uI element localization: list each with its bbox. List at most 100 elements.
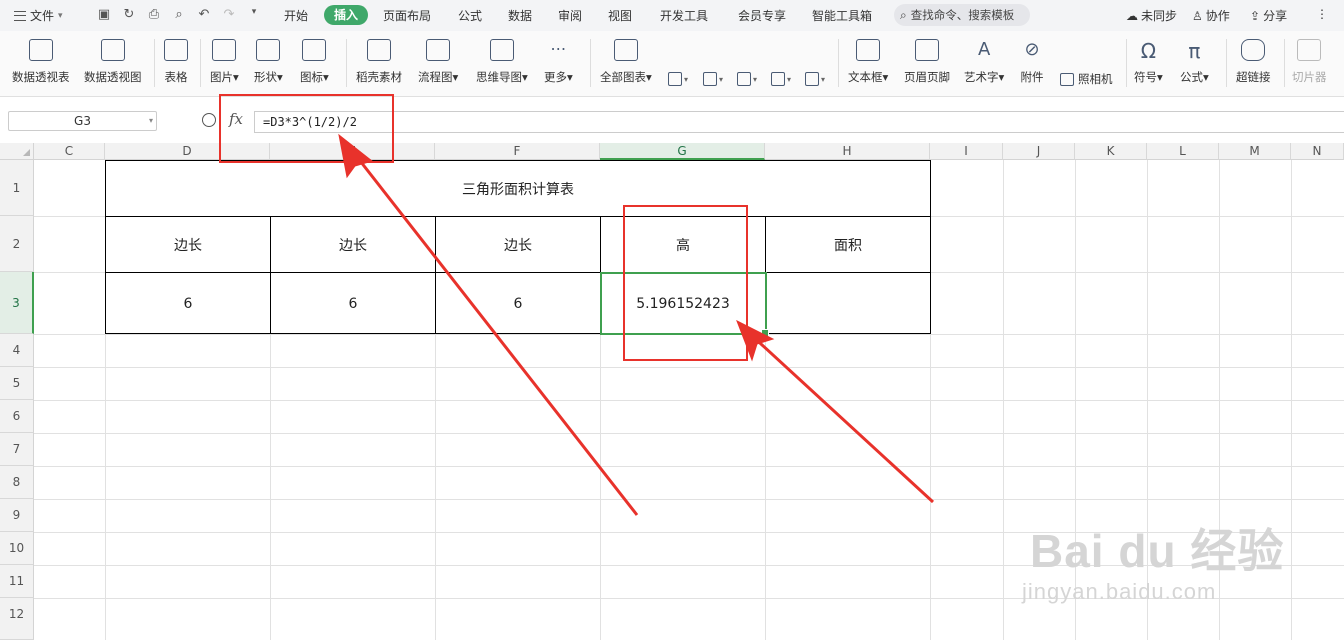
row-header-7[interactable]: 7 [0,433,34,466]
print-preview-icon[interactable]: ⌕ [171,7,187,22]
column-header-k[interactable]: K [1075,143,1147,160]
save-icon[interactable]: ▣ [96,7,112,22]
gridline [34,367,1344,368]
tab-view[interactable]: 视图 [608,7,632,24]
mindmap-button[interactable]: 思维导图▾ [476,39,528,85]
export-icon[interactable]: ↻ [121,7,137,22]
slicer-icon [1297,39,1322,61]
wordart-button[interactable]: A 艺术字▾ [964,39,1004,85]
ribbon-separator [838,39,839,87]
column-header-j[interactable]: J [1003,143,1075,160]
name-box[interactable]: G3 ▾ [8,111,157,131]
header-cell-h2[interactable]: 面积 [766,217,930,272]
row-header-8[interactable]: 8 [0,466,34,499]
more-options-icon[interactable]: ⋮ [1316,7,1328,21]
table-border [105,216,931,217]
row-header-12[interactable]: 12 [0,598,34,640]
shape-icon [256,39,281,61]
tab-smart-toolbox[interactable]: 智能工具箱 [812,7,872,24]
share-button[interactable]: ⇪ 分享 [1250,7,1287,24]
row-header-4[interactable]: 4 [0,334,34,367]
tab-data[interactable]: 数据 [508,7,532,24]
tab-developer[interactable]: 开发工具 [660,7,708,24]
tab-review[interactable]: 审阅 [558,7,582,24]
row-header-2[interactable]: 2 [0,216,34,272]
paperclip-icon: ⊘ [1024,39,1040,60]
undo-icon[interactable]: ↶ [196,7,212,22]
material-button[interactable]: 稻壳素材 [356,39,402,85]
table-button[interactable]: 表格 [164,39,188,85]
header-cell-e2[interactable]: 边长 [271,217,435,272]
redo-icon[interactable]: ↷ [221,7,237,22]
camera-button[interactable]: 照相机 [1060,71,1113,87]
tab-home[interactable]: 开始 [284,7,308,24]
row-header-11[interactable]: 11 [0,565,34,598]
column-header-g[interactable]: G [600,143,765,160]
line-chart-icon[interactable]: ▾ [737,71,757,87]
formula-button[interactable]: π 公式▾ [1180,39,1209,85]
select-all-button[interactable] [0,143,34,160]
pivot-chart-button[interactable]: 数据透视图 [84,39,142,85]
column-header-h[interactable]: H [765,143,930,160]
table-border [270,216,271,334]
wordart-icon: A [977,39,991,60]
symbol-button[interactable]: Ω 符号▾ [1134,39,1163,85]
bar-chart-icon[interactable]: ▾ [703,71,723,87]
column-header-c[interactable]: C [34,143,105,160]
cell-h3[interactable] [766,273,930,334]
textbox-button[interactable]: 文本框▾ [848,39,888,85]
row-header-3[interactable]: 3 [0,272,34,334]
hyperlink-button[interactable]: 超链接 [1236,39,1271,85]
mindmap-icon [489,39,514,61]
column-header-n[interactable]: N [1291,143,1344,160]
header-footer-label: 页眉页脚 [904,70,950,84]
picture-label: 图片▾ [210,70,239,84]
radar-chart-icon[interactable]: ▾ [771,71,791,87]
row-header-9[interactable]: 9 [0,499,34,532]
column-header-m[interactable]: M [1219,143,1291,160]
slicer-button[interactable]: 切片器 [1292,39,1327,85]
column-header-f[interactable]: F [435,143,600,160]
column-chart-icon[interactable]: ▾ [668,71,688,87]
more-button[interactable]: ⋯ 更多▾ [544,39,573,85]
all-charts-button[interactable]: 全部图表▾ [600,39,652,85]
header-cell-d2[interactable]: 边长 [106,217,270,272]
zoom-formula-icon[interactable] [202,113,216,127]
row-header-5[interactable]: 5 [0,367,34,400]
cell-d3[interactable]: 6 [106,273,270,334]
picture-button[interactable]: 图片▾ [210,39,239,85]
table-border [435,216,436,334]
sync-status[interactable]: ☁ 未同步 [1126,7,1177,24]
tab-page-layout[interactable]: 页面布局 [383,7,431,24]
row-header-1[interactable]: 1 [0,160,34,216]
tab-member[interactable]: 会员专享 [738,7,786,24]
icon-library-button[interactable]: 图标▾ [300,39,329,85]
table-title: 三角形面积计算表 [462,181,574,198]
menu-bar: 文件 ▾ ▣ ↻ ⎙ ⌕ ↶ ↷ ▾ 开始 插入 页面布局 公式 数据 审阅 视… [0,0,1344,31]
area-chart-icon[interactable]: ▾ [805,71,825,87]
print-icon[interactable]: ⎙ [146,7,162,22]
table-title-cell[interactable]: 三角形面积计算表 [106,161,930,216]
column-header-l[interactable]: L [1147,143,1219,160]
command-search[interactable]: ⌕ 查找命令、搜索模板 [894,4,1030,26]
pivot-table-button[interactable]: 数据透视表 [12,39,70,85]
row-header-6[interactable]: 6 [0,400,34,433]
tab-formulas[interactable]: 公式 [458,7,482,24]
customize-quick-access-icon[interactable]: ▾ [246,7,262,17]
row-header-10[interactable]: 10 [0,532,34,565]
pivot-table-label: 数据透视表 [12,70,70,84]
flowchart-button[interactable]: 流程图▾ [418,39,458,85]
header-cell-f2[interactable]: 边长 [436,217,600,272]
pivot-table-icon [28,39,53,61]
collab-button[interactable]: ♙ 协作 [1192,7,1230,24]
file-menu[interactable]: 文件 ▾ [14,7,63,24]
shape-button[interactable]: 形状▾ [254,39,283,85]
cell-e3[interactable]: 6 [271,273,435,334]
header-footer-button[interactable]: 页眉页脚 [904,39,950,85]
table-border [930,160,931,334]
column-header-i[interactable]: I [930,143,1003,160]
cell-f3[interactable]: 6 [436,273,600,334]
attachment-button[interactable]: ⊘ 附件 [1020,39,1044,85]
tab-insert[interactable]: 插入 [324,5,369,25]
formula-input[interactable]: =D3*3^(1/2)/2 [254,111,1344,133]
